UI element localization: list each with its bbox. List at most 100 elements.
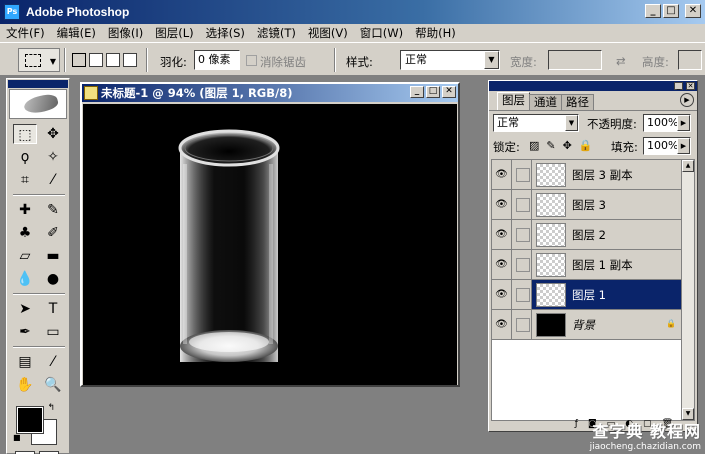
menu-filter[interactable]: 滤镜(T) (257, 25, 296, 41)
link-toggle[interactable] (512, 220, 532, 249)
layer-thumbnail (536, 282, 566, 307)
menu-edit[interactable]: 编辑(E) (57, 25, 96, 41)
tool-grid: ⬚ ✥ ϙ ✧ ⌗ ⁄ ✚ ✎ ♣ ✐ ▱ ▬ 💧 ● ➤ T ✒ ▭ ▤ ⁄ … (7, 120, 69, 399)
swap-colors-icon[interactable]: ↰ (47, 403, 55, 413)
doc-close-button[interactable]: ✕ (442, 86, 456, 98)
foreground-color-swatch[interactable] (16, 406, 44, 434)
visibility-eye-icon[interactable]: 👁 (492, 220, 512, 249)
palette-titlebar[interactable]: _ ✕ (489, 81, 697, 91)
gradient-tool-icon[interactable]: ▬ (41, 246, 65, 266)
maximize-button[interactable]: □ (663, 4, 679, 18)
menu-image[interactable]: 图像(I) (108, 25, 143, 41)
lock-all-icon[interactable]: 🔒 (579, 139, 593, 152)
close-button[interactable]: ✕ (685, 4, 701, 18)
tab-layers[interactable]: 图层 (497, 92, 530, 110)
tool-divider (13, 346, 65, 348)
hand-tool-icon[interactable]: ✋ (13, 375, 37, 395)
brush-edit-icon[interactable] (512, 280, 532, 309)
visibility-eye-icon[interactable]: 👁 (492, 160, 512, 189)
feather-label: 羽化: (160, 55, 187, 69)
rect-marquee-tool-icon[interactable]: ⬚ (13, 124, 37, 144)
intersect-selection-icon[interactable] (123, 53, 137, 67)
crop-tool-icon[interactable]: ⌗ (13, 170, 37, 190)
site-watermark: 查字典 教程网 jiaocheng.chazidian.com (590, 418, 701, 452)
pen-tool-icon[interactable]: ✒ (13, 322, 37, 342)
blur-tool-icon[interactable]: 💧 (13, 269, 37, 289)
tab-channels[interactable]: 通道 (529, 94, 562, 110)
layer-row[interactable]: 👁 图层 2 (492, 220, 682, 250)
blend-mode-select[interactable]: 正常 ▼ (493, 114, 579, 132)
scroll-up-button[interactable]: ▲ (682, 160, 694, 172)
layer-thumbnail (536, 252, 566, 277)
notes-tool-icon[interactable]: ▤ (13, 352, 37, 372)
layer-style-icon[interactable]: ƒ (575, 419, 578, 431)
new-selection-icon[interactable] (72, 53, 86, 67)
visibility-eye-icon[interactable]: 👁 (492, 280, 512, 309)
lasso-tool-icon[interactable]: ϙ (13, 147, 37, 167)
menu-file[interactable]: 文件(F) (6, 25, 45, 41)
visibility-eye-icon[interactable]: 👁 (492, 250, 512, 279)
antialias-checkbox[interactable] (246, 55, 257, 66)
healing-brush-tool-icon[interactable]: ✚ (13, 200, 37, 220)
rectangle-shape-tool-icon[interactable]: ▭ (41, 322, 65, 342)
visibility-eye-icon[interactable]: 👁 (492, 310, 512, 339)
layer-row[interactable]: 👁 图层 3 (492, 190, 682, 220)
type-tool-icon[interactable]: T (41, 299, 65, 319)
tool-preset-picker[interactable]: ▼ (18, 48, 60, 72)
move-tool-icon[interactable]: ✥ (41, 124, 65, 144)
layer-list-scrollbar[interactable]: ▲ ▼ (681, 159, 695, 421)
menu-window[interactable]: 窗口(W) (360, 25, 403, 41)
opacity-input[interactable]: 100% ▶ (643, 114, 691, 132)
palette-close-button[interactable]: ✕ (686, 82, 695, 90)
adobe-feather-logo[interactable] (9, 89, 67, 119)
options-bar: ▼ 羽化: 0 像素 消除锯齿 样式: 正常 ▼ 宽度: ⇄ 高度: (0, 42, 705, 76)
eraser-tool-icon[interactable]: ▱ (13, 246, 37, 266)
menu-select[interactable]: 选择(S) (206, 25, 245, 41)
magic-wand-tool-icon[interactable]: ✧ (41, 147, 65, 167)
lock-transparency-icon[interactable]: ▨ (529, 139, 539, 152)
brush-tool-icon[interactable]: ✎ (41, 200, 65, 220)
swap-dimensions-icon[interactable]: ⇄ (616, 54, 626, 68)
default-colors-icon[interactable]: ■ (13, 433, 21, 442)
tab-paths[interactable]: 路径 (561, 94, 594, 110)
fill-input[interactable]: 100% ▶ (643, 137, 691, 155)
lock-position-icon[interactable]: ✥ (563, 139, 572, 152)
link-toggle[interactable] (512, 310, 532, 339)
slice-tool-icon[interactable]: ⁄ (41, 170, 65, 190)
height-input[interactable] (678, 50, 702, 70)
menu-view[interactable]: 视图(V) (308, 25, 348, 41)
menu-layer[interactable]: 图层(L) (155, 25, 193, 41)
feather-input[interactable]: 0 像素 (194, 50, 240, 70)
doc-minimize-button[interactable]: _ (410, 86, 424, 98)
path-selection-tool-icon[interactable]: ➤ (13, 299, 37, 319)
zoom-tool-icon[interactable]: 🔍 (41, 375, 65, 395)
link-toggle[interactable] (512, 160, 532, 189)
subtract-selection-icon[interactable] (106, 53, 120, 67)
layer-row-selected[interactable]: 👁 图层 1 (492, 280, 682, 310)
width-input[interactable] (548, 50, 602, 70)
lock-pixels-icon[interactable]: ✎ (546, 139, 555, 152)
history-brush-tool-icon[interactable]: ✐ (41, 223, 65, 243)
document-titlebar[interactable]: 未标题-1 @ 94% (图层 1, RGB/8) _ □ ✕ (82, 84, 458, 102)
minimize-button[interactable]: _ (645, 4, 661, 18)
layer-row[interactable]: 👁 图层 1 副本 (492, 250, 682, 280)
link-toggle[interactable] (512, 250, 532, 279)
palette-menu-icon[interactable]: ▶ (680, 93, 694, 107)
add-selection-icon[interactable] (89, 53, 103, 67)
palette-minimize-button[interactable]: _ (674, 82, 683, 90)
dodge-tool-icon[interactable]: ● (41, 269, 65, 289)
canvas[interactable] (83, 104, 457, 385)
layer-thumbnail (536, 192, 566, 217)
lock-row: 锁定: ▨ ✎ ✥ 🔒 填充: 100% ▶ (489, 135, 697, 157)
style-select-value: 正常 (405, 53, 427, 66)
layer-row-background[interactable]: 👁 背景 🔒 (492, 310, 682, 340)
doc-maximize-button[interactable]: □ (426, 86, 440, 98)
style-select[interactable]: 正常 ▼ (400, 50, 500, 70)
link-toggle[interactable] (512, 190, 532, 219)
visibility-eye-icon[interactable]: 👁 (492, 190, 512, 219)
eyedropper-tool-icon[interactable]: ⁄ (41, 352, 65, 372)
window-controls: _ □ ✕ (645, 4, 701, 18)
clone-stamp-tool-icon[interactable]: ♣ (13, 223, 37, 243)
layer-row[interactable]: 👁 图层 3 副本 (492, 160, 682, 190)
menu-help[interactable]: 帮助(H) (415, 25, 456, 41)
